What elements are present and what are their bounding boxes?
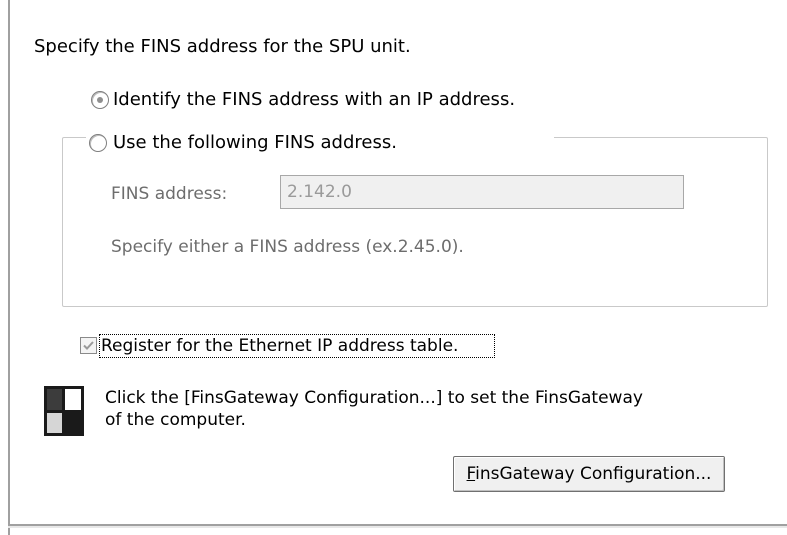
radio-use-following-fins-label[interactable]: Use the following FINS address.	[113, 132, 397, 154]
register-ethernet-label[interactable]: Register for the Ethernet IP address tab…	[101, 335, 458, 357]
finsgateway-configuration-button[interactable]: FinsGateway Configuration...	[453, 456, 725, 492]
radio-use-following-fins[interactable]	[89, 134, 107, 152]
finsgateway-logo-icon	[44, 386, 84, 436]
panel-border-left	[8, 0, 10, 535]
checkmark-icon	[83, 341, 94, 350]
button-label: insGateway Configuration...	[475, 464, 712, 484]
hint-text: Specify either a FINS address (ex.2.45.0…	[111, 237, 464, 257]
intro-text: Specify the FINS address for the SPU uni…	[34, 36, 411, 57]
button-mnemonic: F	[466, 464, 476, 484]
radio-identify-by-ip[interactable]	[91, 91, 109, 109]
fins-address-groupbox	[62, 137, 768, 307]
fins-address-input[interactable]: 2.142.0	[280, 175, 684, 209]
info-text-line2: of the computer.	[105, 410, 246, 430]
register-ethernet-checkbox[interactable]	[80, 337, 97, 354]
panel-border-bottom-highlight	[8, 526, 787, 528]
fins-address-label: FINS address:	[111, 184, 228, 204]
info-text-line1: Click the [FinsGateway Configuration...]…	[105, 388, 643, 408]
radio-identify-by-ip-label[interactable]: Identify the FINS address with an IP add…	[113, 89, 515, 111]
